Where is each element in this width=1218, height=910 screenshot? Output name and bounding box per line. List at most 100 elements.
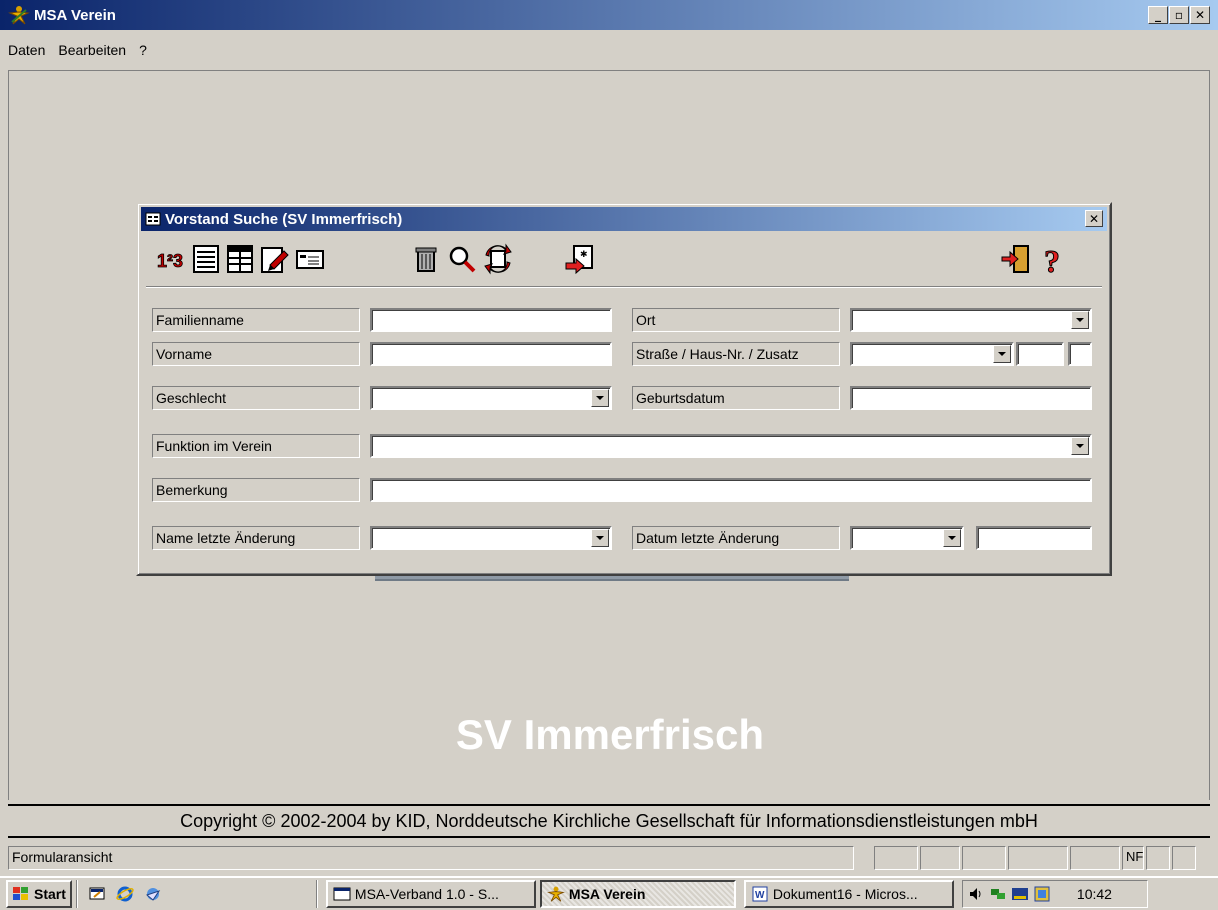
status-pane xyxy=(920,846,960,870)
vorstand-suche-dialog: Vorstand Suche (SV Immerfrisch) ✕ 1²3 ✱ … xyxy=(136,202,1112,576)
status-pane xyxy=(1070,846,1120,870)
table-icon xyxy=(227,245,253,273)
menu-help[interactable]: ? xyxy=(131,40,152,62)
refresh-icon xyxy=(484,243,512,275)
geschlecht-label: Geschlecht xyxy=(152,386,360,410)
status-bar: Formularansicht NF xyxy=(0,846,1218,872)
msa-verband-icon xyxy=(333,887,351,901)
volume-icon[interactable] xyxy=(967,885,985,903)
taskbar-separator xyxy=(315,880,318,908)
clock[interactable]: 10:42 xyxy=(1077,886,1112,902)
ort-select[interactable] xyxy=(850,308,1092,332)
exit-icon xyxy=(1001,245,1029,273)
club-name-watermark: SV Immerfrisch xyxy=(455,711,765,758)
table-view-button[interactable] xyxy=(222,238,258,280)
export-icon: ✱ xyxy=(565,245,593,275)
search-icon xyxy=(449,246,476,273)
datum-operator-select[interactable] xyxy=(850,526,964,550)
strasse-select[interactable] xyxy=(850,342,1014,366)
svg-text:W: W xyxy=(755,890,765,901)
taskbar: Start MSA-Verband 1.0 - S... MSA Verein … xyxy=(0,876,1218,910)
network-icon[interactable] xyxy=(989,885,1007,903)
toolbar-separator xyxy=(146,286,1102,288)
name-letzte-aenderung-select[interactable] xyxy=(370,526,612,550)
task-msa-verein[interactable]: MSA Verein xyxy=(539,880,736,908)
dialog-title-bar[interactable]: Vorstand Suche (SV Immerfrisch) ✕ xyxy=(141,207,1107,231)
numbers-button[interactable]: 1²3 xyxy=(152,238,188,280)
trash-icon xyxy=(415,247,437,272)
chevron-down-icon[interactable] xyxy=(591,529,609,547)
window-title-bar[interactable]: MSA Verein _ ▫ ✕ xyxy=(0,0,1218,30)
name-letzte-aenderung-label: Name letzte Änderung xyxy=(152,526,360,550)
refresh-button[interactable] xyxy=(480,238,516,280)
status-pane xyxy=(874,846,918,870)
menu-bar: Daten Bearbeiten ? xyxy=(0,40,152,62)
export-button[interactable]: ✱ xyxy=(562,238,598,280)
ort-label: Ort xyxy=(632,308,840,332)
funktion-select[interactable] xyxy=(370,434,1092,458)
funktion-label: Funktion im Verein xyxy=(152,434,360,458)
dialog-close-button[interactable]: ✕ xyxy=(1085,210,1103,227)
menu-daten[interactable]: Daten xyxy=(0,40,50,62)
zusatz-input[interactable] xyxy=(1068,342,1092,366)
window-title: MSA Verein xyxy=(34,6,116,24)
copyright-text: Copyright © 2002-2004 by KID, Norddeutsc… xyxy=(8,804,1210,838)
list-view-button[interactable] xyxy=(188,238,224,280)
geburtsdatum-input[interactable] xyxy=(850,386,1092,410)
status-pane xyxy=(1008,846,1068,870)
status-pane xyxy=(1172,846,1196,870)
taskbar-separator xyxy=(75,880,78,908)
start-label: Start xyxy=(34,886,66,902)
maximize-button[interactable]: ▫ xyxy=(1169,6,1189,24)
status-pane xyxy=(962,846,1006,870)
outlook-express-icon[interactable] xyxy=(144,885,162,903)
menu-bearbeiten[interactable]: Bearbeiten xyxy=(50,40,131,62)
chevron-down-icon[interactable] xyxy=(943,529,961,547)
numbers-icon: 1²3 xyxy=(156,247,184,271)
internet-explorer-icon[interactable] xyxy=(116,885,134,903)
list-icon xyxy=(193,245,219,273)
status-nf-indicator: NF xyxy=(1122,846,1144,870)
tray-app-icon[interactable] xyxy=(1033,885,1051,903)
task-msa-verband[interactable]: MSA-Verband 1.0 - S... xyxy=(325,880,536,908)
status-text: Formularansicht xyxy=(8,846,854,870)
help-icon: ? xyxy=(1044,243,1061,275)
strasse-label: Straße / Haus-Nr. / Zusatz xyxy=(632,342,840,366)
start-button[interactable]: Start xyxy=(6,880,72,908)
keyboard-icon[interactable] xyxy=(1011,885,1029,903)
vorname-input[interactable] xyxy=(370,342,612,366)
show-desktop-icon[interactable] xyxy=(88,885,106,903)
hausnummer-input[interactable] xyxy=(1016,342,1064,366)
familienname-label: Familienname xyxy=(152,308,360,332)
task-label: MSA Verein xyxy=(568,886,646,902)
task-word-document[interactable]: W Dokument16 - Micros... xyxy=(743,880,954,908)
minimize-button[interactable]: _ xyxy=(1148,6,1168,24)
dialog-title: Vorstand Suche (SV Immerfrisch) xyxy=(165,210,403,228)
chevron-down-icon[interactable] xyxy=(993,345,1011,363)
edit-button[interactable] xyxy=(256,238,292,280)
form-icon xyxy=(145,212,161,226)
search-button[interactable] xyxy=(444,238,480,280)
status-pane xyxy=(1146,846,1170,870)
task-label: Dokument16 - Micros... xyxy=(772,886,918,902)
svg-text:1²3: 1²3 xyxy=(157,251,183,271)
close-button[interactable]: ✕ xyxy=(1190,6,1210,24)
svg-text:✱: ✱ xyxy=(580,249,588,259)
geschlecht-select[interactable] xyxy=(370,386,612,410)
delete-button[interactable] xyxy=(408,238,444,280)
chevron-down-icon[interactable] xyxy=(1071,311,1089,329)
bemerkung-input[interactable] xyxy=(370,478,1092,502)
windows-logo-icon xyxy=(13,887,28,900)
app-logo-icon xyxy=(8,6,30,25)
exit-button[interactable] xyxy=(998,238,1034,280)
chevron-down-icon[interactable] xyxy=(591,389,609,407)
word-icon: W xyxy=(752,886,768,902)
task-label: MSA-Verband 1.0 - S... xyxy=(354,886,499,902)
datum-letzte-aenderung-input[interactable] xyxy=(976,526,1092,550)
card-button[interactable] xyxy=(292,238,328,280)
chevron-down-icon[interactable] xyxy=(1071,437,1089,455)
edit-icon xyxy=(261,247,289,273)
app-logo-icon xyxy=(546,886,565,902)
familienname-input[interactable] xyxy=(370,308,612,332)
help-button[interactable]: ? xyxy=(1036,238,1072,280)
